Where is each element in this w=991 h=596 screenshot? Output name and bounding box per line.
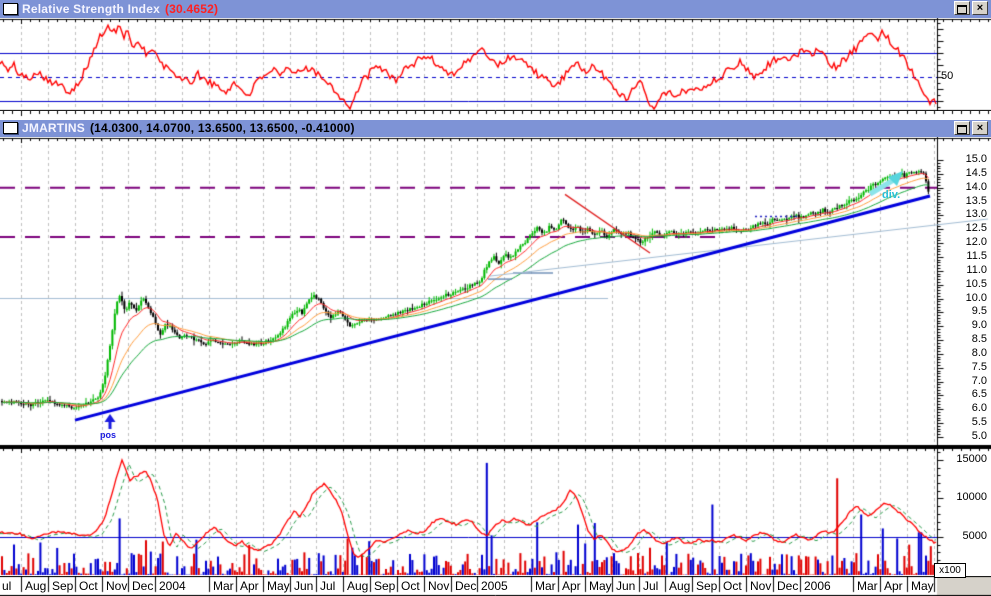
price-chart[interactable] — [0, 137, 991, 448]
date-axis-label: Mar — [535, 579, 556, 593]
window-system-icon[interactable] — [3, 122, 18, 134]
volume-axis-tick-label: 15000 — [941, 453, 987, 465]
date-axis-label: Oct — [723, 579, 742, 593]
close-button[interactable]: × — [972, 121, 988, 135]
date-axis-label: Jul — [320, 579, 335, 593]
date-axis-label: Nov — [750, 579, 771, 593]
rsi-chart[interactable] — [0, 18, 991, 111]
price-axis-tick-label: 10.5 — [941, 278, 987, 290]
date-axis-label: 2005 — [481, 579, 508, 593]
rsi-title-text: Relative Strength Index — [22, 2, 160, 16]
date-axis-label: 2006 — [804, 579, 831, 593]
rsi-title: Relative Strength Index (30.4652) — [22, 2, 218, 16]
chart-window: Relative Strength Index (30.4652) × JMART… — [0, 0, 991, 596]
date-axis-label: Aug — [25, 579, 46, 593]
date-axis-label: Dec — [455, 579, 476, 593]
date-axis-label: Sep — [52, 579, 73, 593]
buy-signal-label: pos — [100, 430, 116, 440]
price-axis-tick-label: 9.5 — [941, 305, 987, 317]
date-axis-label: Mar — [213, 579, 234, 593]
maximize-button[interactable] — [954, 1, 970, 15]
rsi-bottom-ticks — [0, 111, 991, 120]
date-axis-label: Apr — [240, 579, 259, 593]
price-axis-tick-label: 10.0 — [941, 292, 987, 304]
price-title-values: (14.0300, 14.0700, 13.6500, 13.6500, -0.… — [90, 121, 355, 135]
date-axis-label: Oct — [401, 579, 420, 593]
rsi-title-value: (30.4652) — [165, 2, 218, 16]
price-axis-tick-label: 14.5 — [941, 167, 987, 179]
price-title: JMARTINS (14.0300, 14.0700, 13.6500, 13.6… — [22, 121, 355, 135]
price-axis-tick-label: 9.0 — [941, 319, 987, 331]
price-axis-tick-label: 6.0 — [941, 402, 987, 414]
price-axis-tick-label: 14.0 — [941, 181, 987, 193]
price-axis-tick-label: 8.0 — [941, 347, 987, 359]
date-axis-label: May — [911, 579, 934, 593]
price-axis-tick-label: 6.5 — [941, 388, 987, 400]
price-axis-tick-label: 5.0 — [941, 430, 987, 442]
date-axis-label: May — [589, 579, 612, 593]
date-axis-label: Jun — [294, 579, 313, 593]
rsi-axis-tick-label: 50 — [941, 70, 953, 82]
date-axis-label: Dec — [777, 579, 798, 593]
date-axis-label: 2004 — [159, 579, 186, 593]
price-axis-tick-label: 12.5 — [941, 222, 987, 234]
volume-chart[interactable] — [0, 448, 991, 576]
price-axis-tick-label: 5.5 — [941, 416, 987, 428]
date-axis-label: Oct — [79, 579, 98, 593]
volume-axis-tick-label: 5000 — [941, 530, 987, 542]
date-axis-label: Jul — [643, 579, 658, 593]
close-button[interactable]: × — [972, 1, 988, 15]
price-axis-tick-label: 12.0 — [941, 236, 987, 248]
price-titlebar[interactable]: JMARTINS (14.0300, 14.0700, 13.6500, 13.6… — [0, 120, 991, 138]
price-axis-tick-label: 8.5 — [941, 333, 987, 345]
divergence-label: div. — [882, 189, 900, 201]
price-axis-tick-label: 13.5 — [941, 195, 987, 207]
close-icon: × — [977, 2, 983, 14]
date-axis-label: Sep — [696, 579, 717, 593]
maximize-button[interactable] — [954, 121, 970, 135]
date-axis-label: Nov — [428, 579, 449, 593]
window-system-icon[interactable] — [3, 3, 18, 15]
date-axis-label: Nov — [106, 579, 127, 593]
date-axis-label: ul — [2, 579, 11, 593]
date-axis-label: Aug — [669, 579, 690, 593]
date-axis-label: Apr — [884, 579, 903, 593]
close-icon: × — [977, 122, 983, 134]
volume-multiplier-badge: x100 — [934, 563, 966, 578]
price-axis-tick-label: 13.0 — [941, 208, 987, 220]
price-axis-tick-label: 11.5 — [941, 250, 987, 262]
date-axis-label: Sep — [374, 579, 395, 593]
date-axis-label: May — [267, 579, 290, 593]
maximize-icon — [957, 125, 967, 134]
price-title-text: JMARTINS — [22, 121, 85, 135]
price-axis-tick-label: 15.0 — [941, 153, 987, 165]
maximize-icon — [957, 5, 967, 14]
date-axis-label: Mar — [857, 579, 878, 593]
date-axis-label: Jun — [616, 579, 635, 593]
price-axis-tick-label: 7.0 — [941, 375, 987, 387]
rsi-titlebar[interactable]: Relative Strength Index (30.4652) × — [0, 0, 991, 19]
price-axis-tick-label: 7.5 — [941, 361, 987, 373]
date-axis-label: Apr — [562, 579, 581, 593]
price-axis-tick-label: 11.0 — [941, 264, 987, 276]
date-axis-label: Dec — [132, 579, 153, 593]
volume-axis-tick-label: 10000 — [941, 491, 987, 503]
date-axis-label: Aug — [347, 579, 368, 593]
